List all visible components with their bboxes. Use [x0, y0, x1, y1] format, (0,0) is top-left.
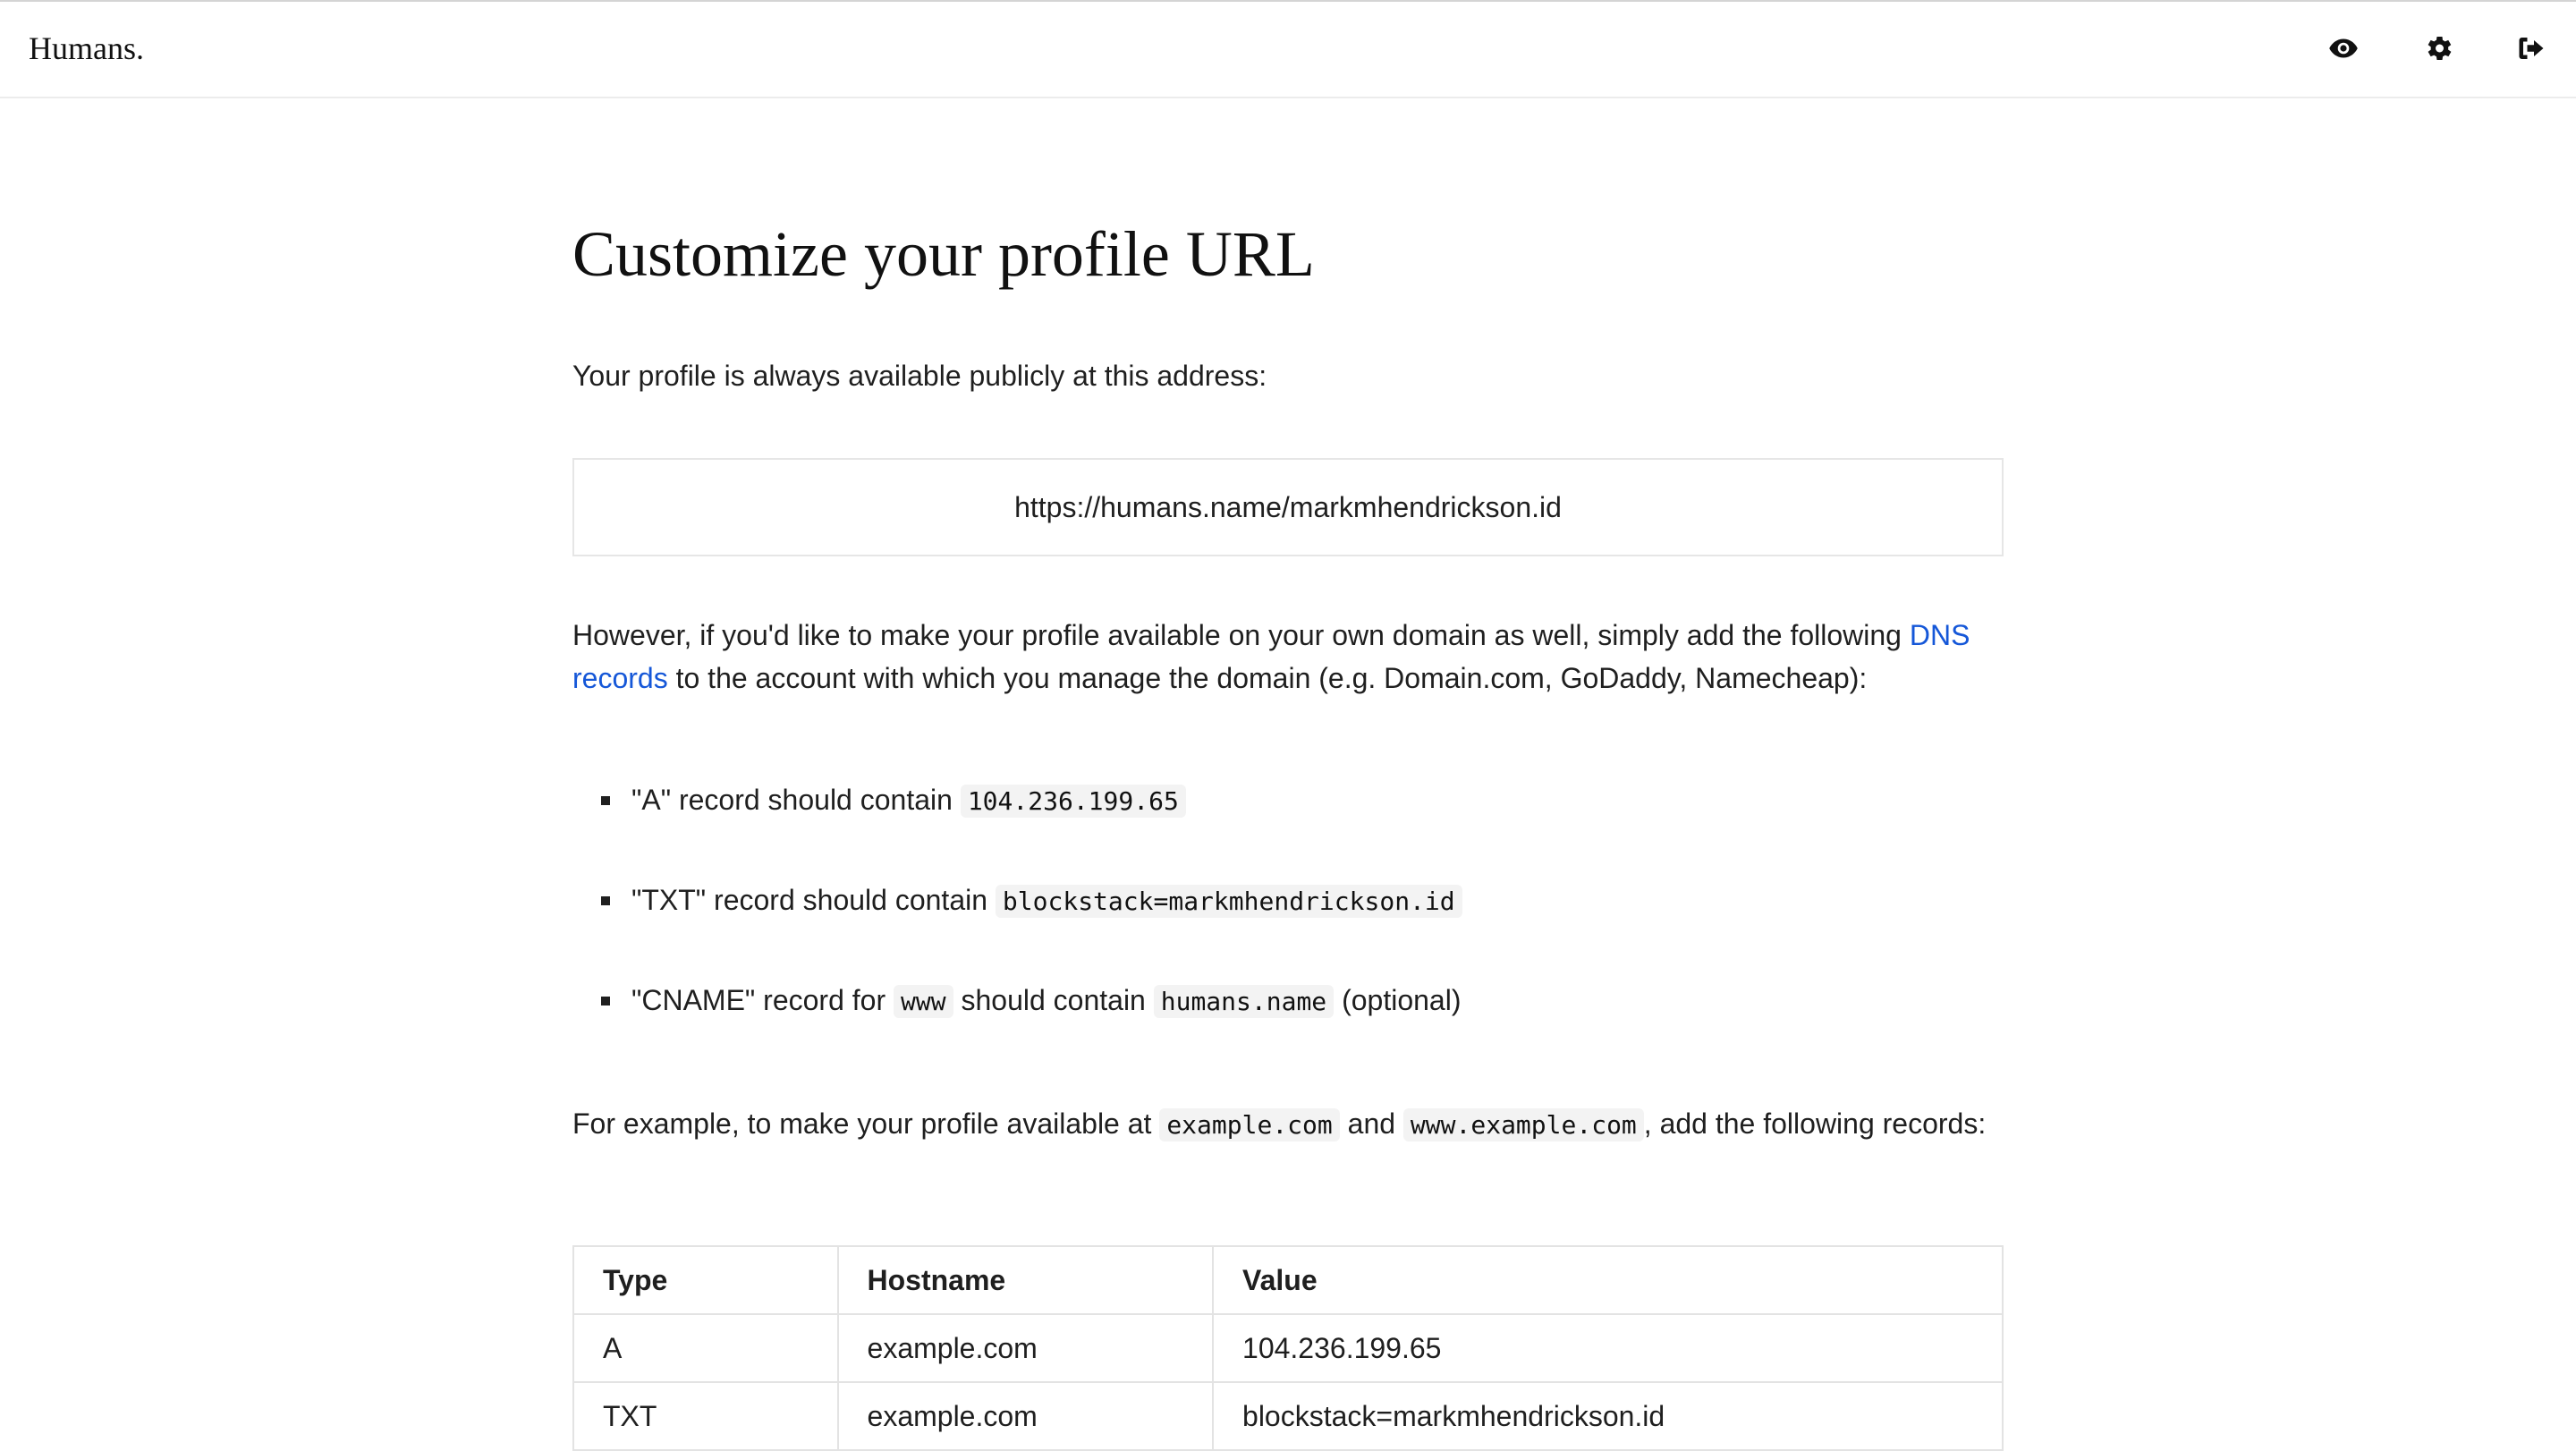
- bullet: [601, 997, 610, 1006]
- column-header-type: Type: [572, 1245, 839, 1315]
- cell-type: A: [572, 1313, 839, 1383]
- record-cname-optional: (optional): [1334, 984, 1462, 1016]
- cell-hostname: example.com: [836, 1381, 1215, 1451]
- record-txt-value: blockstack=markmhendrickson.id: [995, 885, 1462, 918]
- example-text-mid: and: [1339, 1107, 1403, 1140]
- list-item: "CNAME" record for www should contain hu…: [572, 979, 2004, 1079]
- record-cname-host: www: [894, 985, 953, 1018]
- record-cname-mid: should contain: [953, 984, 1154, 1016]
- dns-instructions: However, if you'd like to make your prof…: [572, 614, 2004, 700]
- list-item: "TXT" record should contain blockstack=m…: [572, 878, 2004, 979]
- record-cname-value: humans.name: [1153, 985, 1335, 1018]
- page-title: Customize your profile URL: [572, 218, 1315, 290]
- dns-record-list: "A" record should contain 104.236.199.65…: [572, 778, 2004, 1079]
- table-row: A example.com 104.236.199.65: [572, 1313, 2004, 1383]
- cell-value: 104.236.199.65: [1212, 1313, 2004, 1383]
- brand-logo[interactable]: Humans.: [29, 29, 144, 68]
- record-cname-text: "CNAME" record for: [631, 984, 894, 1016]
- dns-instructions-before: However, if you'd like to make your prof…: [572, 619, 1910, 651]
- dns-example-table: Type Hostname Value A example.com 104.23…: [572, 1245, 2004, 1451]
- example-www-domain: www.example.com: [1402, 1108, 1644, 1141]
- record-a-value: 104.236.199.65: [960, 785, 1186, 818]
- sign-out-icon[interactable]: [2512, 29, 2551, 68]
- list-item: "A" record should contain 104.236.199.65: [572, 778, 2004, 878]
- intro-text: Your profile is always available publicl…: [572, 360, 1267, 392]
- cell-value: blockstack=markmhendrickson.id: [1212, 1381, 2004, 1451]
- cell-hostname: example.com: [836, 1313, 1215, 1383]
- profile-url-box[interactable]: https://humans.name/markmhendrickson.id: [572, 458, 2004, 556]
- record-txt-text: "TXT" record should contain: [631, 884, 996, 916]
- table-header-row: Type Hostname Value: [572, 1245, 2004, 1315]
- dns-instructions-after: to the account with which you manage the…: [667, 662, 1868, 694]
- example-text-after: , add the following records:: [1643, 1107, 1987, 1140]
- record-a-text: "A" record should contain: [631, 784, 961, 816]
- eye-icon[interactable]: [2324, 29, 2363, 68]
- top-nav: Humans.: [0, 2, 2576, 98]
- column-header-value: Value: [1212, 1245, 2004, 1315]
- table-row: TXT example.com blockstack=markmhendrick…: [572, 1381, 2004, 1451]
- cell-type: TXT: [572, 1381, 839, 1451]
- bullet: [601, 896, 610, 905]
- example-text: For example, to make your profile availa…: [572, 1102, 2004, 1147]
- gear-icon[interactable]: [2419, 29, 2458, 68]
- bullet: [601, 796, 610, 805]
- column-header-hostname: Hostname: [836, 1245, 1215, 1315]
- example-domain: example.com: [1159, 1108, 1340, 1141]
- example-text-before: For example, to make your profile availa…: [572, 1107, 1160, 1140]
- profile-url[interactable]: https://humans.name/markmhendrickson.id: [1014, 491, 1562, 524]
